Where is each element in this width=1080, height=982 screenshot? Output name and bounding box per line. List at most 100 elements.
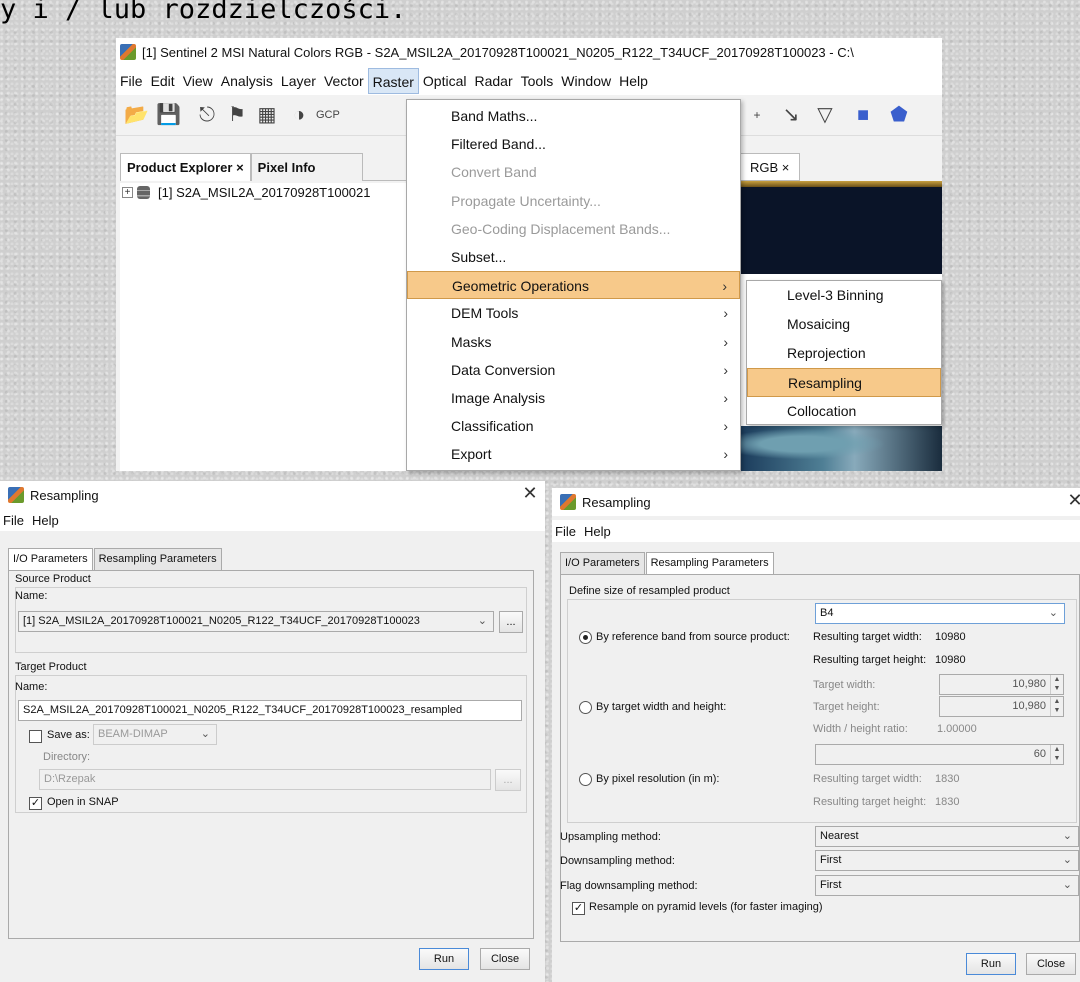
menu-edit[interactable]: Edit bbox=[147, 68, 179, 94]
target-name-label: Name: bbox=[15, 681, 48, 693]
save-as-checkbox[interactable] bbox=[29, 730, 42, 743]
dialog-title: Resampling bbox=[582, 494, 651, 510]
menu-file[interactable]: File bbox=[116, 68, 147, 94]
radio-target-width-height[interactable] bbox=[579, 701, 592, 714]
menu-vector[interactable]: Vector bbox=[320, 68, 368, 94]
open-in-snap-checkbox[interactable]: ✓ bbox=[29, 797, 42, 810]
save-product-icon[interactable]: 💾 bbox=[156, 104, 181, 126]
target-name-input[interactable]: S2A_MSIL2A_20170928T100021_N0205_R122_T3… bbox=[18, 700, 522, 721]
raster-menu-item[interactable]: Convert Band bbox=[407, 158, 740, 186]
submenu-item-resampling[interactable]: Resampling bbox=[747, 368, 941, 397]
dialog-menu-help[interactable]: Help bbox=[32, 513, 59, 528]
upsampling-select[interactable]: Nearest ⌄ bbox=[815, 826, 1079, 847]
close-button[interactable]: Close bbox=[480, 948, 530, 970]
raster-menu-item[interactable]: Subset... bbox=[407, 243, 740, 271]
raster-menu-item[interactable]: Geometric Operations › bbox=[407, 271, 740, 300]
gcp-add-icon[interactable]: + bbox=[746, 104, 768, 126]
submenu-item-collocation[interactable]: Collocation bbox=[747, 397, 941, 426]
tab-pixel-info[interactable]: Pixel Info bbox=[250, 153, 363, 181]
graticule-icon[interactable]: ▦ bbox=[256, 104, 278, 126]
ref-height-value: 10980 bbox=[935, 654, 966, 666]
magic-wand-icon[interactable]: ⚑ bbox=[226, 104, 248, 126]
tree-item-product[interactable]: + [1] S2A_MSIL2A_20170928T100021 bbox=[122, 185, 371, 200]
menu-analysis[interactable]: Analysis bbox=[217, 68, 277, 94]
raster-menu-item[interactable]: Classification › bbox=[407, 412, 740, 440]
menu-item-label: Data Conversion bbox=[451, 361, 556, 378]
source-browse-button[interactable]: ... bbox=[499, 611, 523, 633]
downsampling-select[interactable]: First ⌄ bbox=[815, 850, 1079, 871]
radio-reference-band[interactable] bbox=[579, 631, 592, 644]
target-height-input[interactable]: 10,980 ▲ ▼ bbox=[939, 696, 1064, 717]
raster-menu-item[interactable]: Export › bbox=[407, 440, 740, 468]
submenu-item-mosaicing[interactable]: Mosaicing bbox=[747, 310, 941, 339]
save-format-select[interactable]: BEAM-DIMAP ⌄ bbox=[93, 724, 217, 745]
dialog-menu-file[interactable]: File bbox=[3, 513, 24, 528]
submenu-item-reprojection[interactable]: Reprojection bbox=[747, 339, 941, 368]
tab-resampling-parameters[interactable]: Resampling Parameters bbox=[93, 548, 222, 570]
raster-menu-item[interactable]: DEM Tools › bbox=[407, 299, 740, 327]
draw-line-icon[interactable]: ↘ bbox=[780, 104, 802, 126]
draw-rectangle-icon[interactable]: ■ bbox=[852, 104, 874, 126]
draw-polyline-icon[interactable]: ▽ bbox=[814, 104, 836, 126]
close-icon[interactable]: ✕ bbox=[1066, 490, 1080, 511]
tab-product-explorer[interactable]: Product Explorer × bbox=[120, 153, 251, 181]
define-size-group-label: Define size of resampled product bbox=[569, 585, 730, 597]
tab-io-parameters[interactable]: I/O Parameters bbox=[560, 552, 645, 574]
target-width-input[interactable]: 10,980 ▲ ▼ bbox=[939, 674, 1064, 695]
submenu-item-level-3-binning[interactable]: Level-3 Binning bbox=[747, 281, 941, 310]
main-window-title: [1] Sentinel 2 MSI Natural Colors RGB - … bbox=[142, 44, 854, 60]
menu-item-label: Image Analysis bbox=[451, 390, 546, 406]
raster-menu-item[interactable]: Propagate Uncertainty... bbox=[407, 187, 740, 215]
run-button[interactable]: Run bbox=[966, 953, 1016, 975]
close-button[interactable]: Close bbox=[1026, 953, 1076, 975]
raster-menu-item[interactable]: Image Analysis › bbox=[407, 384, 740, 412]
pyramid-levels-checkbox[interactable]: ✓ bbox=[572, 902, 585, 915]
spinner-icon[interactable]: ▲ ▼ bbox=[1050, 675, 1063, 694]
directory-input[interactable]: D:\Rzepak bbox=[39, 769, 491, 790]
raster-menu-item[interactable]: Filtered Band... bbox=[407, 130, 740, 158]
radio-pixel-resolution[interactable] bbox=[579, 773, 592, 786]
menu-window[interactable]: Window bbox=[557, 68, 615, 94]
menu-layer[interactable]: Layer bbox=[277, 68, 320, 94]
tab-io-parameters[interactable]: I/O Parameters bbox=[8, 548, 93, 571]
menu-item-label: Propagate Uncertainty... bbox=[451, 192, 601, 209]
close-icon[interactable]: ✕ bbox=[521, 483, 539, 504]
menu-help[interactable]: Help bbox=[615, 68, 652, 94]
directory-browse-button[interactable]: ... bbox=[495, 769, 521, 791]
source-product-select[interactable]: [1] S2A_MSIL2A_20170928T100021_N0205_R12… bbox=[18, 611, 494, 632]
tab-resampling-parameters[interactable]: Resampling Parameters bbox=[645, 552, 774, 575]
spinner-icon[interactable]: ▲ ▼ bbox=[1050, 697, 1063, 716]
flag-downsampling-select[interactable]: First ⌄ bbox=[815, 875, 1079, 896]
dialog-title: Resampling bbox=[30, 487, 99, 503]
pin-icon[interactable]: ⎋ bbox=[196, 104, 218, 126]
run-button[interactable]: Run bbox=[419, 948, 469, 970]
spectrum-icon[interactable]: ◑ bbox=[288, 104, 310, 126]
res-height-label: Resulting target height: bbox=[813, 796, 927, 808]
menu-raster[interactable]: Raster bbox=[367, 67, 419, 94]
pixel-resolution-input[interactable]: 60 ▲ ▼ bbox=[815, 744, 1064, 765]
draw-polygon-icon[interactable]: ⬟ bbox=[888, 104, 910, 126]
raster-menu-item[interactable]: Masks › bbox=[407, 328, 740, 356]
spinner-icon[interactable]: ▲ ▼ bbox=[1050, 745, 1063, 764]
tab-rgb-image[interactable]: RGB × bbox=[739, 153, 801, 181]
menu-tools[interactable]: Tools bbox=[517, 68, 558, 94]
menu-item-label: Classification bbox=[451, 418, 534, 435]
menu-radar[interactable]: Radar bbox=[470, 68, 516, 94]
expand-icon[interactable]: + bbox=[122, 187, 133, 198]
reference-band-select[interactable]: B4 ⌄ bbox=[815, 603, 1065, 624]
menu-view[interactable]: View bbox=[179, 68, 217, 94]
chevron-right-icon: › bbox=[723, 333, 728, 350]
target-height-label: Target height: bbox=[813, 701, 880, 713]
menu-optical[interactable]: Optical bbox=[419, 68, 471, 94]
gcp-icon[interactable]: GCP bbox=[316, 104, 340, 126]
raster-menu-item[interactable]: Geo-Coding Displacement Bands... bbox=[407, 215, 740, 243]
chevron-right-icon: › bbox=[723, 361, 728, 378]
reference-band-value: B4 bbox=[820, 607, 834, 619]
dialog-menu-file[interactable]: File bbox=[555, 524, 576, 539]
dialog-menu-help[interactable]: Help bbox=[584, 524, 611, 539]
tool-window-tabs: Product Explorer × Pixel Info bbox=[120, 153, 406, 181]
chevron-down-icon: ⌄ bbox=[1062, 879, 1072, 891]
open-product-icon[interactable]: 📂 bbox=[124, 104, 149, 126]
raster-menu-item[interactable]: Band Maths... bbox=[407, 102, 740, 130]
raster-menu-item[interactable]: Data Conversion › bbox=[407, 356, 740, 384]
